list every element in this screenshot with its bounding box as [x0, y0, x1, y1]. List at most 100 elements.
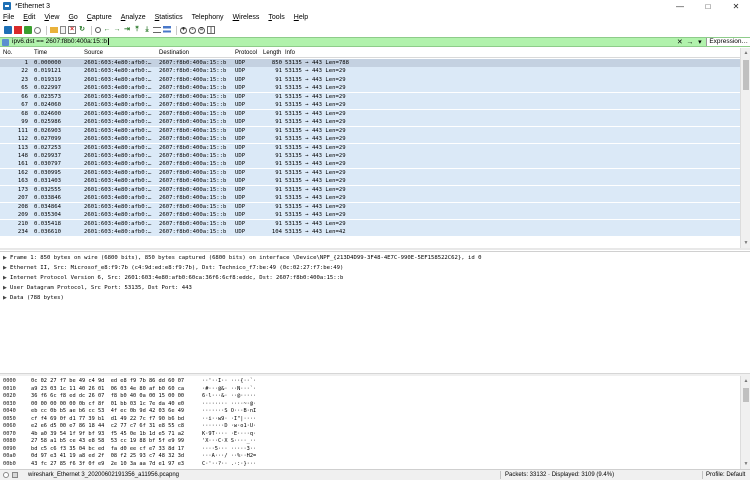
apply-filter-icon[interactable]: →	[686, 39, 693, 46]
menu-item[interactable]: Wireless	[233, 14, 260, 21]
hex-dump-row[interactable]: 0070 4b a0 39 54 1f 9f bf 93 f5 45 0e 1b …	[3, 431, 303, 439]
menu-item[interactable]: Capture	[87, 14, 112, 21]
packet-row[interactable]: 209 0.035304 2601:603:4e80:afb0:… 2607:f8b0…	[0, 211, 740, 220]
hex-dump-row[interactable]: 0080 27 58 a1 b5 ce 43 e8 58 53 cc 19 88 …	[3, 438, 303, 446]
packet-row[interactable]: 112 0.027099 2601:603:4e80:afb0:… 2607:f8b0…	[0, 135, 740, 144]
packet-row[interactable]: 210 0.035418 2601:603:4e80:afb0:… 2607:f8b0…	[0, 219, 740, 228]
hex-dump-row[interactable]: 00a0 0d 97 e3 41 19 a8 ed 2f 08 f2 25 93 …	[3, 453, 303, 461]
column-header-destination[interactable]: Destination	[159, 50, 189, 56]
filter-dropdown-icon[interactable]: ▾	[696, 39, 703, 46]
packet-row[interactable]: 234 0.036610 2601:603:4e80:afb0:… 2607:f8b0…	[0, 228, 740, 237]
packet-row[interactable]: 65 0.022997 2601:603:4e80:afb0:… 2607:f8b0:…	[0, 84, 740, 93]
scrollbar-thumb[interactable]	[743, 60, 749, 90]
scroll-up-icon[interactable]: ▲	[741, 376, 750, 386]
packet-bytes-scrollbar[interactable]: ▲ ▼	[740, 376, 750, 469]
display-filter-input[interactable]: ipv6.dst == 2607:f8b0:400a:15::b	[12, 38, 110, 46]
minimize-button[interactable]: —	[666, 0, 694, 12]
first-packet-icon[interactable]: ⤒	[133, 26, 141, 34]
capture-options-icon[interactable]	[34, 26, 41, 34]
hex-dump-row[interactable]: 0020 36 f6 6c f8 ed dc 26 07 f8 b0 40 0a …	[3, 393, 303, 401]
reload-icon[interactable]: ↻	[78, 26, 86, 34]
packet-row[interactable]: 23 0.019319 2601:603:4e80:afb0:… 2607:f8b0:…	[0, 75, 740, 84]
menu-item[interactable]: Telephony	[192, 14, 224, 21]
column-header-time[interactable]: Time	[34, 50, 47, 56]
detail-tree-item[interactable]: ▶ Ethernet II, Src: Microsof_e8:f9:7b (c4…	[3, 264, 343, 273]
column-header-no[interactable]: No.	[3, 50, 12, 56]
packet-row[interactable]: 162 0.030995 2601:603:4e80:afb0:… 2607:f8b0…	[0, 168, 740, 177]
packet-row[interactable]: 148 0.029937 2601:603:4e80:afb0:… 2607:f8b0…	[0, 151, 740, 161]
profile-selector[interactable]: Profile: Default	[706, 472, 745, 478]
start-capture-icon[interactable]	[4, 26, 12, 34]
scroll-down-icon[interactable]: ▼	[741, 238, 750, 248]
column-header-protocol[interactable]: Protocol	[235, 50, 257, 56]
go-forward-icon[interactable]: →	[113, 26, 121, 34]
packet-row[interactable]: 208 0.034864 2601:603:4e80:afb0:… 2607:f8b0…	[0, 202, 740, 211]
close-file-icon[interactable]: ×	[68, 26, 76, 34]
hex-dump-row[interactable]: 0030 00 00 00 00 00 0b cf 8f 01 bb 03 1c …	[3, 401, 303, 409]
expand-arrow-icon[interactable]: ▶	[3, 254, 10, 263]
menu-item[interactable]: Edit	[23, 14, 35, 21]
column-header-length[interactable]: Length	[263, 50, 281, 56]
stop-capture-icon[interactable]	[14, 26, 22, 34]
menu-item[interactable]: File	[3, 14, 14, 21]
open-file-icon[interactable]	[50, 27, 58, 33]
auto-scroll-icon[interactable]	[153, 27, 161, 33]
find-packet-icon[interactable]	[95, 27, 101, 33]
scroll-up-icon[interactable]: ▲	[741, 48, 750, 58]
menu-item[interactable]: Statistics	[155, 14, 183, 21]
hex-dump-row[interactable]: 00b0 43 fc 27 85 f6 3f 0f e9 2e 10 3a aa …	[3, 461, 303, 469]
expert-info-icon[interactable]	[3, 472, 9, 478]
packet-row[interactable]: 207 0.033846 2601:603:4e80:afb0:… 2607:f8b0…	[0, 194, 740, 203]
column-header-info[interactable]: Info	[285, 50, 295, 56]
expand-arrow-icon[interactable]: ▶	[3, 264, 10, 273]
scrollbar-thumb[interactable]	[743, 388, 749, 402]
restart-capture-icon[interactable]	[24, 26, 32, 34]
menu-item[interactable]: View	[44, 14, 59, 21]
pane-divider[interactable]	[0, 248, 750, 250]
hex-dump-row[interactable]: 0090 bd c5 c6 f3 35 04 bc ed fa d0 ee cf …	[3, 446, 303, 454]
packet-row[interactable]: 111 0.026903 2601:603:4e80:afb0:… 2607:f8b0…	[0, 126, 740, 135]
column-header-source[interactable]: Source	[84, 50, 103, 56]
menu-item[interactable]: Help	[294, 14, 308, 21]
detail-tree-item[interactable]: ▶ User Datagram Protocol, Src Port: 53135…	[3, 284, 192, 293]
zoom-in-icon[interactable]: +	[180, 26, 187, 34]
packet-row[interactable]: 173 0.032555 2601:603:4e80:afb0:… 2607:f8b0…	[0, 185, 740, 194]
detail-tree-item[interactable]: ▶ Data (788 bytes)	[3, 294, 64, 303]
menu-item[interactable]: Tools	[268, 14, 284, 21]
go-back-icon[interactable]: ←	[103, 26, 111, 34]
packet-row[interactable]: 66 0.023573 2601:603:4e80:afb0:… 2607:f8b0:…	[0, 92, 740, 101]
packet-row[interactable]: 113 0.027253 2601:603:4e80:afb0:… 2607:f8b0…	[0, 143, 740, 152]
packet-row[interactable]: 68 0.024600 2601:603:4e80:afb0:… 2607:f8b0:…	[0, 109, 740, 118]
hex-dump-row[interactable]: 0010 a9 23 03 1c 11 40 26 01 06 03 4e 80 …	[3, 386, 303, 394]
packet-row[interactable]: 163 0.031403 2601:603:4e80:afb0:… 2607:f8b0…	[0, 177, 740, 186]
packet-row[interactable]: 161 0.030797 2601:603:4e80:afb0:… 2607:f8b0…	[0, 160, 740, 169]
resize-columns-icon[interactable]	[207, 26, 215, 34]
hex-dump-row[interactable]: 0050 cf f4 69 0f d1 77 39 b1 d1 49 22 7c …	[3, 416, 303, 424]
menu-item[interactable]: Go	[68, 14, 77, 21]
menu-item[interactable]: Analyze	[121, 14, 146, 21]
detail-tree-item[interactable]: ▶ Frame 1: 850 bytes on wire (6800 bits),…	[3, 254, 481, 263]
maximize-button[interactable]: □	[694, 0, 722, 12]
expand-arrow-icon[interactable]: ▶	[3, 274, 10, 283]
hex-dump-row[interactable]: 0000 0c 02 27 f7 be 49 c4 9d ed e8 f9 7b …	[3, 378, 303, 386]
filter-bookmark-icon[interactable]	[2, 38, 9, 46]
hex-dump-row[interactable]: 0040 eb cc 0b b5 ae b6 cc 53 4f ec 0b 9d …	[3, 408, 303, 416]
save-file-icon[interactable]	[60, 26, 66, 34]
packet-row[interactable]: 99 0.025986 2601:603:4e80:afb0:… 2607:f8b0:…	[0, 118, 740, 127]
packet-row[interactable]: 1 0.000000 2601:603:4e80:afb0:… 2607:f8b0:4…	[0, 59, 740, 68]
detail-tree-item[interactable]: ▶ Internet Protocol Version 6, Src: 2601:…	[3, 274, 343, 283]
last-packet-icon[interactable]: ⤓	[143, 26, 151, 34]
packet-row[interactable]: 22 0.019121 2601:603:4e80:afb0:… 2607:f8b0:…	[0, 67, 740, 76]
zoom-reset-icon[interactable]: =	[198, 26, 205, 34]
clear-filter-icon[interactable]: ✕	[676, 39, 683, 46]
scroll-down-icon[interactable]: ▼	[741, 459, 750, 469]
go-to-packet-icon[interactable]: ⇥	[123, 26, 131, 34]
zoom-out-icon[interactable]: -	[189, 26, 196, 34]
capture-comment-icon[interactable]	[12, 472, 18, 478]
expand-arrow-icon[interactable]: ▶	[3, 294, 10, 303]
packet-row[interactable]: 67 0.024060 2601:603:4e80:afb0:… 2607:f8b0:…	[0, 101, 740, 110]
hex-dump-row[interactable]: 0060 e2 e6 d5 00 e7 86 18 44 c2 77 c7 6f …	[3, 423, 303, 431]
close-button[interactable]: ✕	[722, 0, 750, 12]
expand-arrow-icon[interactable]: ▶	[3, 284, 10, 293]
expression-button[interactable]: Expression…	[706, 38, 750, 46]
